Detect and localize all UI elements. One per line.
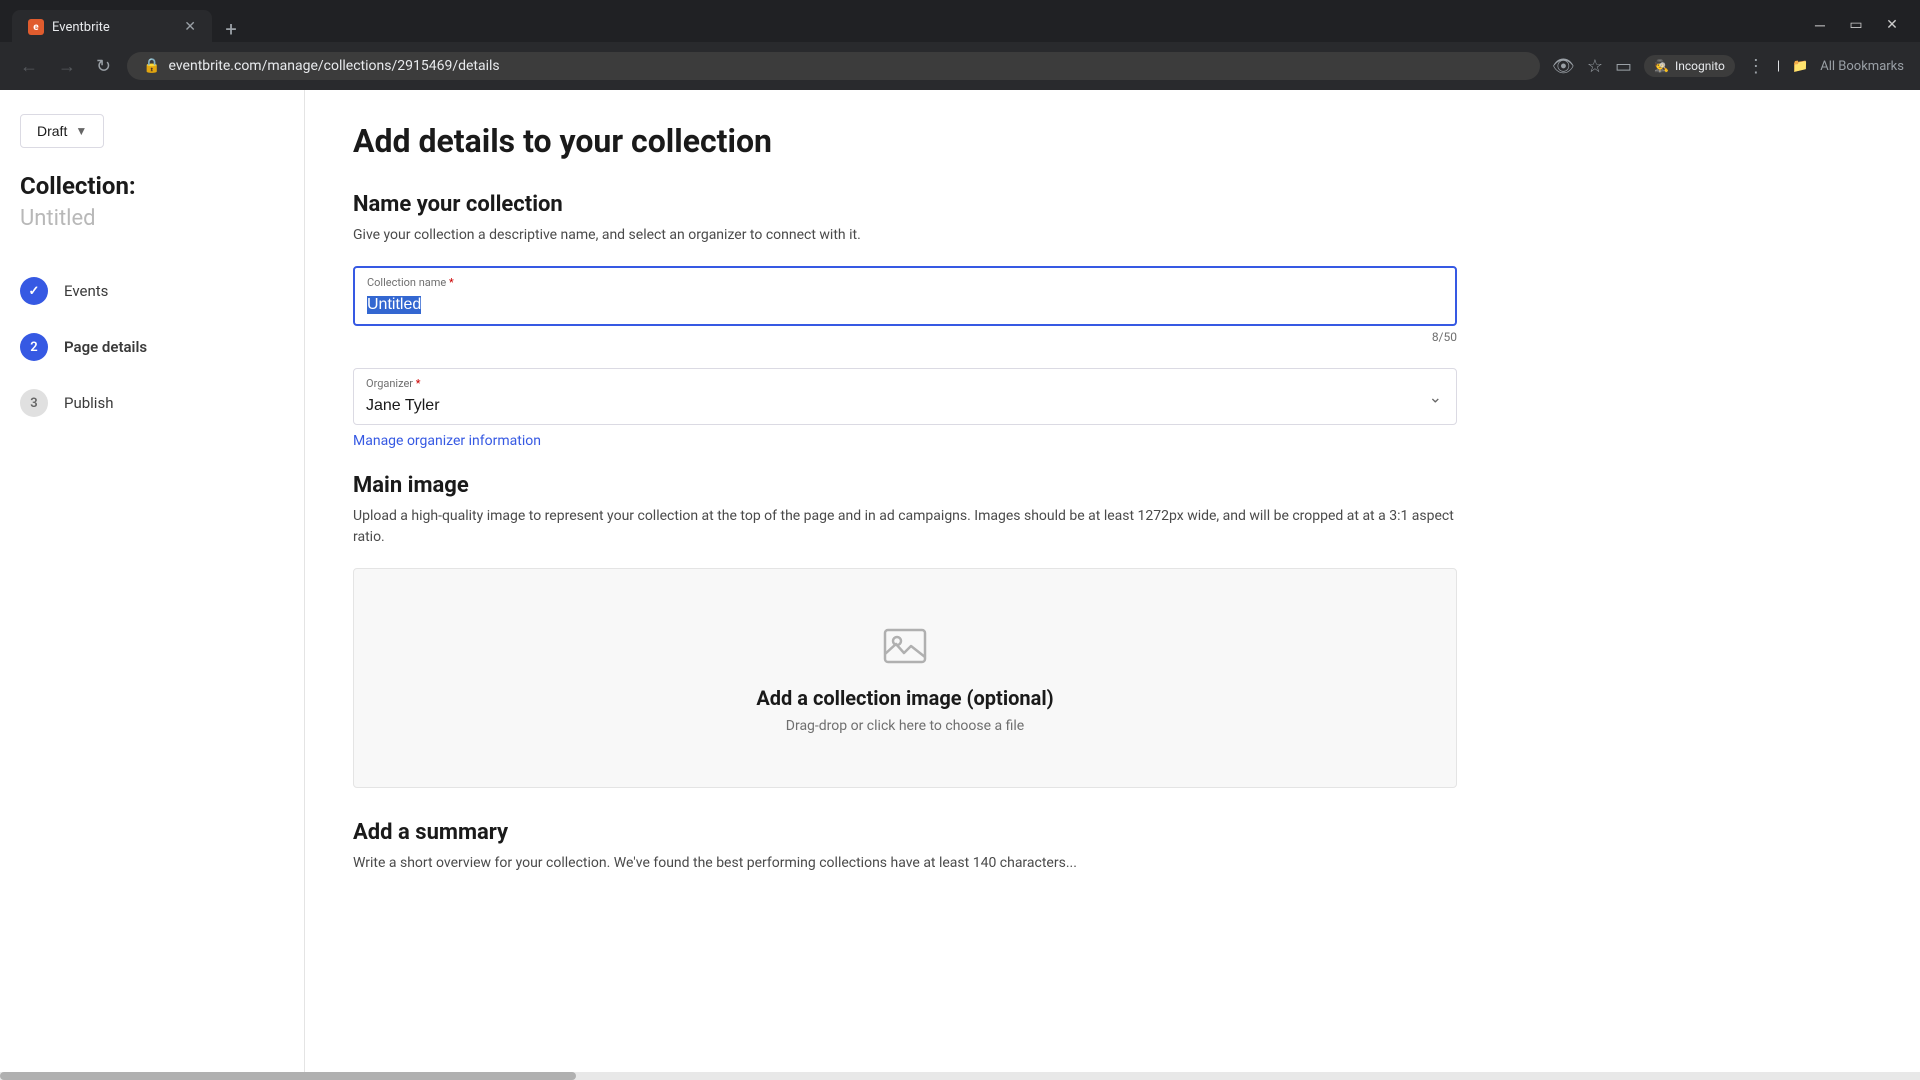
page-wrapper: Draft ▼ Collection: Untitled ✓ Events 2 … (0, 90, 1920, 1080)
image-section-title: Main image (353, 473, 1457, 498)
draft-button[interactable]: Draft ▼ (20, 114, 104, 148)
new-tab-button[interactable]: + (216, 14, 246, 44)
char-count: 8/50 (353, 330, 1457, 344)
tab-favicon: e (28, 19, 44, 35)
address-bar[interactable]: 🔒 eventbrite.com/manage/collections/2915… (127, 52, 1540, 80)
star-icon[interactable]: ☆ (1587, 56, 1603, 77)
active-tab[interactable]: e Eventbrite ✕ (12, 10, 212, 44)
tab-close-button[interactable]: ✕ (184, 19, 196, 35)
image-section-desc: Upload a high-quality image to represent… (353, 506, 1457, 548)
image-upload-sub: Drag-drop or click here to choose a file (786, 718, 1024, 734)
bookmarks-folder-icon: 📁 (1792, 59, 1808, 74)
sidebar-item-events[interactable]: ✓ Events (0, 263, 304, 319)
collection-name-input[interactable] (355, 268, 1455, 324)
sidebar-nav: ✓ Events 2 Page details 3 Publish (0, 263, 304, 431)
summary-section-desc: Write a short overview for your collecti… (353, 853, 1457, 874)
collection-heading: Collection: (0, 172, 304, 200)
image-placeholder-icon (881, 622, 929, 670)
bookmarks-label: All Bookmarks (1820, 59, 1904, 74)
sidebar: Draft ▼ Collection: Untitled ✓ Events 2 … (0, 90, 305, 1080)
organizer-select-wrapper: Organizer * Jane Tyler ⌄ (353, 368, 1457, 425)
step-circle-events: ✓ (20, 277, 48, 305)
browser-nav-bar: ← → ↻ 🔒 eventbrite.com/manage/collection… (0, 42, 1920, 90)
sidebar-item-publish-label: Publish (64, 394, 113, 412)
close-button[interactable]: ✕ (1884, 17, 1900, 33)
draft-label: Draft (37, 123, 67, 139)
summary-section: Add a summary Write a short overview for… (353, 820, 1457, 874)
lock-icon: 🔒 (143, 58, 160, 74)
page-title: Add details to your collection (353, 122, 1457, 160)
tab-bar: e Eventbrite ✕ + (12, 6, 1804, 44)
summary-section-title: Add a summary (353, 820, 1457, 845)
sidebar-icon[interactable]: ▭ (1615, 56, 1632, 77)
draft-chevron-icon: ▼ (75, 124, 87, 138)
image-upload-area[interactable]: Add a collection image (optional) Drag-d… (353, 568, 1457, 788)
incognito-badge: 🕵 Incognito (1644, 55, 1735, 77)
image-upload-title: Add a collection image (optional) (756, 686, 1053, 710)
browser-chrome: e Eventbrite ✕ + ─ ▭ ✕ ← → ↻ 🔒 eventbrit… (0, 0, 1920, 90)
tab-label: Eventbrite (52, 20, 110, 35)
back-button[interactable]: ← (16, 52, 42, 81)
sidebar-item-publish[interactable]: 3 Publish (0, 375, 304, 431)
organizer-select[interactable]: Jane Tyler (354, 369, 1456, 424)
menu-button[interactable]: ⋮ (1747, 56, 1765, 77)
step-circle-publish: 3 (20, 389, 48, 417)
incognito-label: Incognito (1675, 59, 1725, 73)
main-content: Add details to your collection Name your… (305, 90, 1505, 1080)
sidebar-item-events-label: Events (64, 282, 108, 300)
nav-icons-right: 👁 ☆ ▭ 🕵 Incognito ⋮ | 📁 All Bookmarks (1552, 55, 1904, 77)
manage-organizer-link[interactable]: Manage organizer information (353, 433, 541, 449)
sidebar-item-page-details-label: Page details (64, 338, 147, 356)
name-section: Name your collection Give your collectio… (353, 192, 1457, 344)
name-section-desc: Give your collection a descriptive name,… (353, 225, 1457, 246)
bookmarks-divider: | (1777, 59, 1780, 74)
organizer-section: Organizer * Jane Tyler ⌄ Manage organize… (353, 368, 1457, 449)
maximize-button[interactable]: ▭ (1848, 17, 1864, 33)
horizontal-scrollbar[interactable] (0, 1072, 1920, 1080)
address-text: eventbrite.com/manage/collections/291546… (169, 58, 1524, 74)
minimize-button[interactable]: ─ (1812, 17, 1828, 33)
image-section: Main image Upload a high-quality image t… (353, 473, 1457, 788)
refresh-button[interactable]: ↻ (92, 52, 115, 81)
name-section-title: Name your collection (353, 192, 1457, 217)
collection-name-display: Untitled (0, 206, 304, 231)
step-circle-page-details: 2 (20, 333, 48, 361)
eye-slash-icon: 👁 (1552, 56, 1575, 77)
window-controls: ─ ▭ ✕ (1812, 17, 1908, 33)
collection-name-wrapper: Collection name * (353, 266, 1457, 326)
scrollbar-thumb[interactable] (0, 1072, 576, 1080)
incognito-icon: 🕵 (1654, 59, 1669, 73)
browser-title-bar: e Eventbrite ✕ + ─ ▭ ✕ (0, 0, 1920, 42)
forward-button[interactable]: → (54, 52, 80, 81)
sidebar-item-page-details[interactable]: 2 Page details (0, 319, 304, 375)
